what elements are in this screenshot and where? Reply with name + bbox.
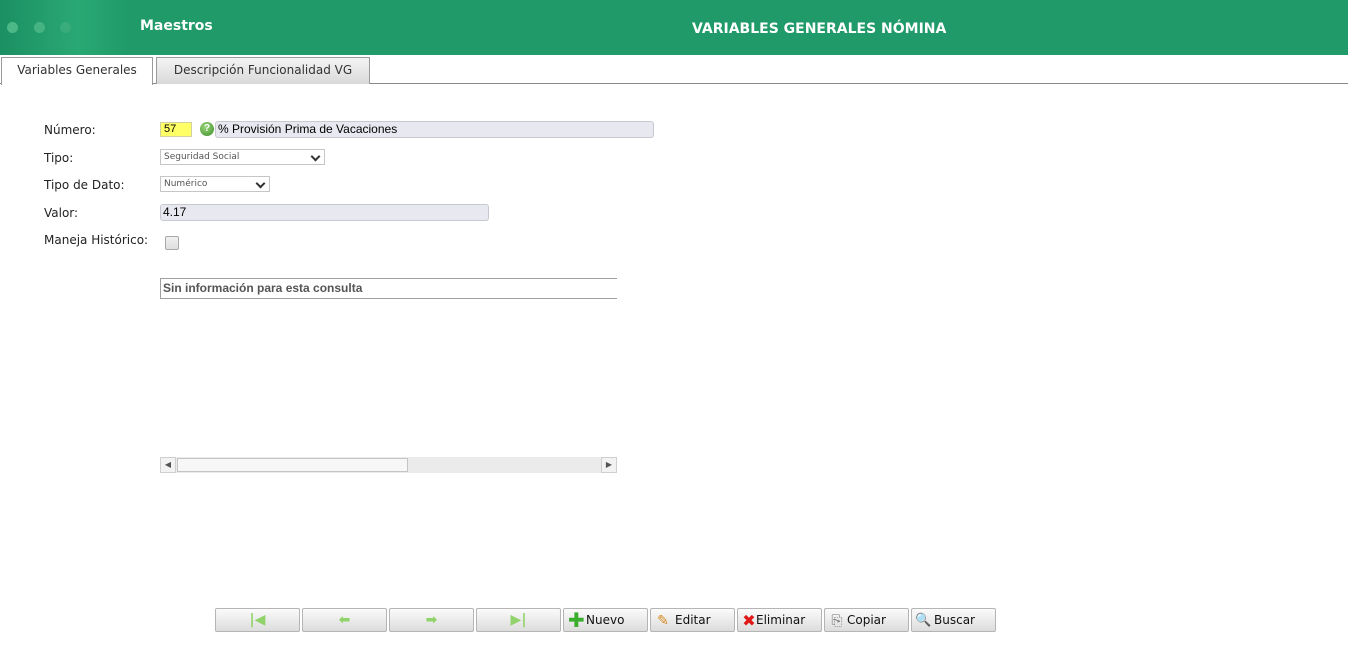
tipo-dato-label: Tipo de Dato: — [44, 178, 125, 192]
last-record-icon: ▶| — [510, 612, 527, 628]
horizontal-scrollbar[interactable]: ◀ ▶ — [160, 457, 617, 473]
module-name: Maestros — [140, 18, 213, 34]
tab-variables-generales[interactable]: Variables Generales — [1, 57, 153, 85]
tipo-dato-selected-value: Numérico — [164, 179, 208, 189]
nuevo-button[interactable]: ✚ Nuevo — [563, 608, 648, 632]
numero-input[interactable]: 57 — [160, 122, 192, 137]
app-header: Maestros VARIABLES GENERALES NÓMINA — [0, 0, 1348, 55]
valor-input[interactable]: 4.17 — [160, 204, 489, 221]
editar-label: Editar — [675, 613, 711, 627]
copy-icon: ⎘ — [831, 613, 843, 629]
scroll-left-icon[interactable]: ◀ — [160, 457, 176, 473]
tab-bar: Variables Generales Descripción Funciona… — [0, 55, 1348, 85]
next-arrow-icon: ➡ — [425, 612, 438, 628]
last-record-button[interactable]: ▶| — [476, 608, 561, 632]
scrollbar-thumb[interactable] — [177, 458, 408, 472]
help-icon[interactable]: ? — [200, 122, 214, 136]
historico-label: Maneja Histórico: — [44, 233, 149, 247]
valor-label: Valor: — [44, 206, 79, 220]
nuevo-label: Nuevo — [586, 613, 625, 627]
tipo-select[interactable]: Seguridad Social — [160, 149, 325, 165]
tipo-label: Tipo: — [44, 151, 74, 165]
first-record-icon: |◀ — [249, 612, 266, 628]
chevron-down-icon — [255, 178, 266, 189]
tab-descripcion-funcionalidad[interactable]: Descripción Funcionalidad VG — [156, 57, 370, 84]
eliminar-label: Eliminar — [756, 613, 806, 627]
copiar-label: Copiar — [847, 613, 886, 627]
history-grid: Sin información para esta consulta ◀ ▶ — [160, 278, 617, 474]
empty-grid-message: Sin información para esta consulta — [160, 278, 617, 299]
numero-label: Número: — [44, 123, 96, 137]
buscar-label: Buscar — [934, 613, 975, 627]
first-record-button[interactable]: |◀ — [215, 608, 300, 632]
tipo-dato-select[interactable]: Numérico — [160, 176, 270, 192]
buscar-button[interactable]: 🔍 Buscar — [911, 608, 996, 632]
next-record-button[interactable]: ➡ — [389, 608, 474, 632]
copiar-button[interactable]: ⎘ Copiar — [824, 608, 909, 632]
window-controls — [0, 0, 130, 55]
editar-button[interactable]: ✎ Editar — [650, 608, 735, 632]
delete-x-icon: ✖ — [742, 611, 756, 630]
magnifier-icon: 🔍 — [915, 613, 932, 628]
tipo-selected-value: Seguridad Social — [164, 152, 240, 162]
descripcion-input[interactable]: % Provisión Prima de Vacaciones — [215, 121, 654, 138]
page-title: VARIABLES GENERALES NÓMINA — [692, 21, 947, 37]
pencil-icon: ✎ — [657, 613, 669, 629]
eliminar-button[interactable]: ✖ Eliminar — [737, 608, 822, 632]
window-dot-icon[interactable] — [34, 22, 45, 33]
historico-checkbox[interactable] — [165, 236, 179, 250]
previous-arrow-icon: ⬅ — [338, 612, 351, 628]
chevron-down-icon — [310, 151, 321, 162]
window-dot-icon[interactable] — [7, 22, 18, 33]
plus-icon: ✚ — [568, 608, 585, 632]
previous-record-button[interactable]: ⬅ — [302, 608, 387, 632]
window-dot-icon[interactable] — [60, 22, 71, 33]
scroll-right-icon[interactable]: ▶ — [601, 457, 617, 473]
